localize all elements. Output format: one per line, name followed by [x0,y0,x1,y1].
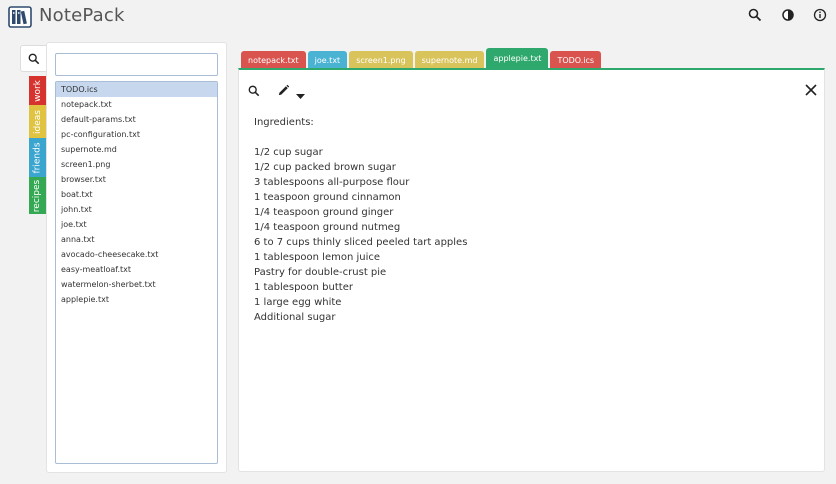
file-list: TODO.ics notepack.txt default-params.txt pc… [55,81,218,464]
file-list-item[interactable]: pc-configuration.txt [56,127,217,142]
file-list-item[interactable]: default-params.txt [56,112,217,127]
close-icon[interactable] [805,81,817,100]
file-list-item[interactable]: boat.txt [56,187,217,202]
file-list-item[interactable]: browser.txt [56,172,217,187]
search-icon [28,53,40,64]
category-tab-recipes[interactable]: recipes [29,177,46,214]
app-root: NotePack work ideas friends recipes TODO… [0,0,836,484]
document-tabs: notepack.txt joe.txt screen1.png supernote.… [241,48,602,70]
header: NotePack [0,0,836,34]
file-list-item[interactable]: applepie.txt [56,292,217,307]
app-title: NotePack [39,5,125,26]
file-list-item[interactable]: anna.txt [56,232,217,247]
category-tab-ideas[interactable]: ideas [29,105,46,138]
caret-down-icon[interactable] [296,85,305,104]
editor-panel: Ingredients: 1/2 cup sugar 1/2 cup packe… [238,68,825,472]
pencil-icon[interactable] [277,82,290,101]
file-browser-panel: TODO.ics notepack.txt default-params.txt pc… [46,42,227,473]
editor-search-icon[interactable] [248,82,260,101]
file-list-item[interactable]: notepack.txt [56,97,217,112]
header-search-icon[interactable] [748,8,764,24]
file-list-item[interactable]: TODO.ics [56,82,217,97]
category-label: ideas [32,109,43,134]
category-label: recipes [32,179,43,212]
contrast-icon[interactable] [781,8,797,24]
category-label: work [32,79,43,102]
category-tab-friends[interactable]: friends [29,138,46,177]
file-list-item[interactable]: supernote.md [56,142,217,157]
file-list-item[interactable]: john.txt [56,202,217,217]
notepack-logo-icon [8,5,32,29]
category-tab-work[interactable]: work [29,76,46,105]
file-list-item[interactable]: joe.txt [56,217,217,232]
info-icon[interactable] [813,8,829,24]
tab-applepie-txt[interactable]: applepie.txt [486,48,549,68]
category-label: friends [32,141,43,174]
editor-content[interactable]: Ingredients: 1/2 cup sugar 1/2 cup packe… [254,115,794,325]
file-list-item[interactable]: easy-meatloaf.txt [56,262,217,277]
file-list-item[interactable]: watermelon-sherbet.txt [56,277,217,292]
file-list-item[interactable]: avocado-cheesecake.txt [56,247,217,262]
sidebar-search-tab[interactable] [20,45,47,72]
file-search-input[interactable] [55,53,218,76]
file-list-item[interactable]: screen1.png [56,157,217,172]
category-tabs: work ideas friends recipes [29,76,46,214]
